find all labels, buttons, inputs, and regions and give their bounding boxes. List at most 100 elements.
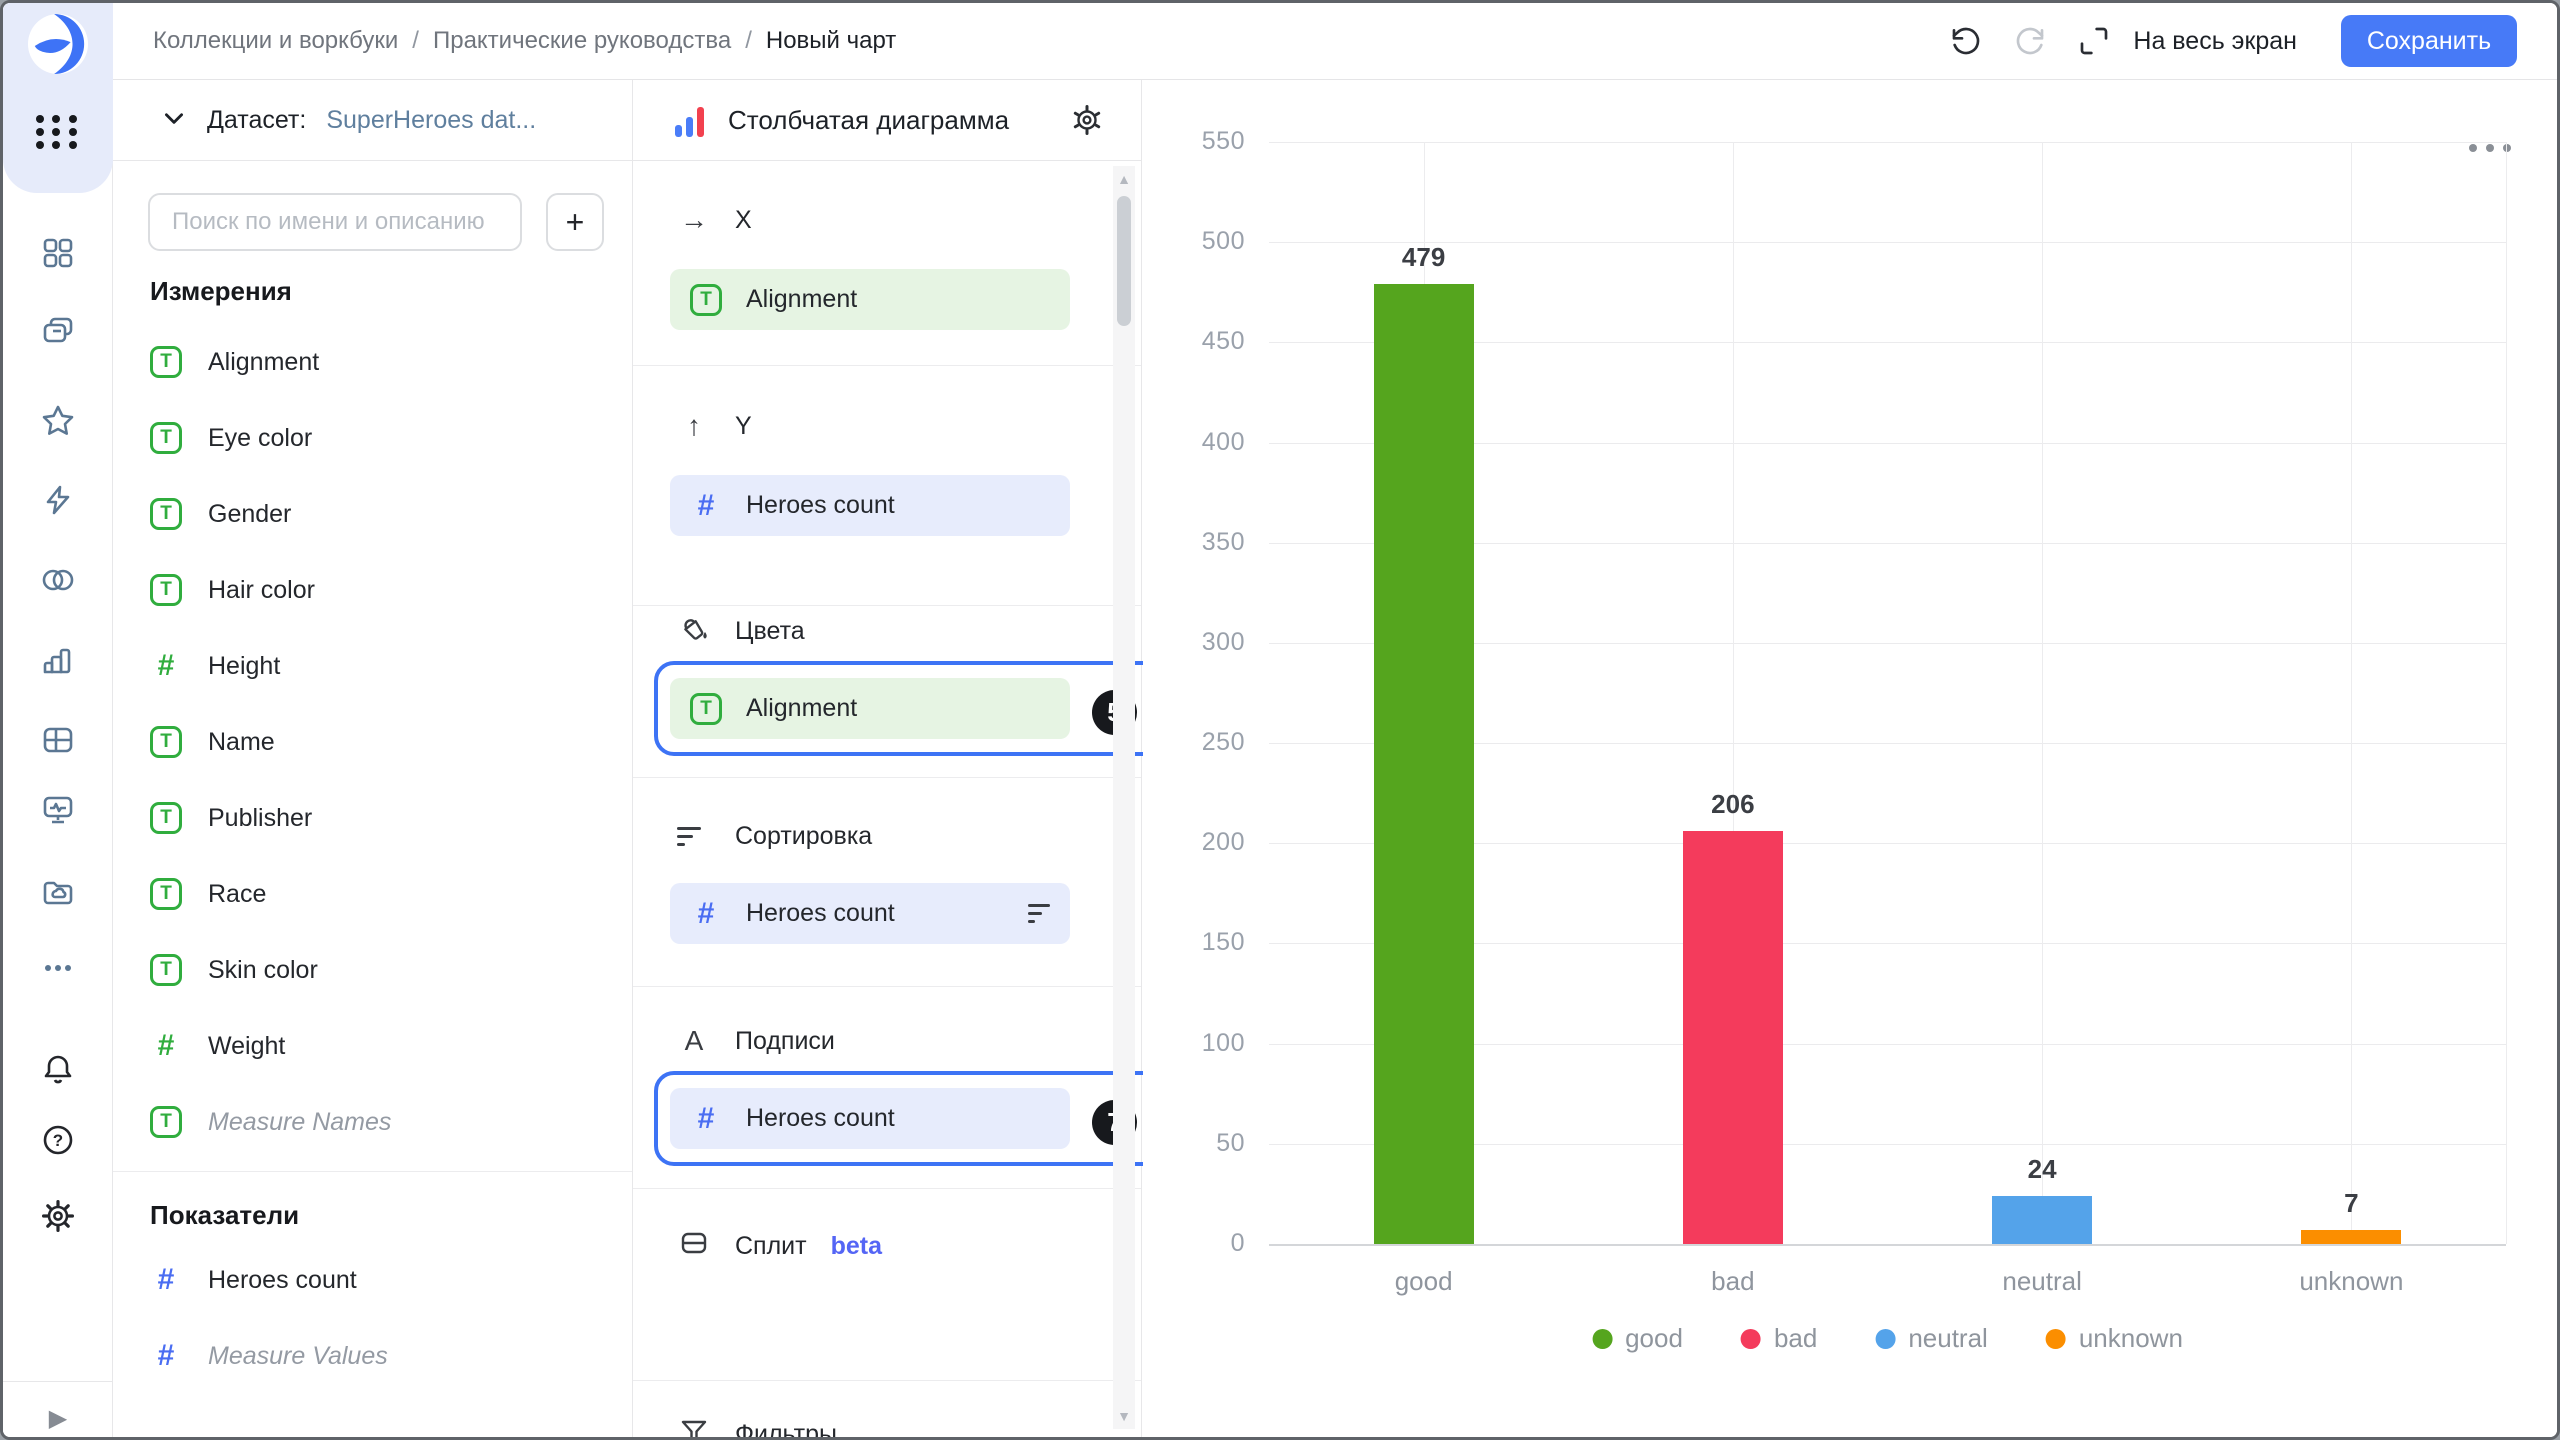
bar-value-label: 24: [1972, 1154, 2112, 1185]
dimension-item-hair-color[interactable]: T Hair color: [150, 552, 612, 628]
sort-direction-icon[interactable]: [1028, 904, 1050, 923]
more-ellipsis-icon[interactable]: [36, 946, 80, 990]
section-sort-label: Сортировка: [735, 822, 872, 851]
field-search-input[interactable]: [148, 193, 522, 251]
redo-icon[interactable]: [2011, 22, 2049, 60]
scroll-down-icon[interactable]: ▼: [1117, 1403, 1131, 1429]
breadcrumb-collections[interactable]: Коллекции и воркбуки: [153, 27, 398, 55]
section-divider: [633, 1188, 1141, 1189]
bar-bad[interactable]: [1683, 831, 1783, 1244]
breadcrumb-current-chart: Новый чарт: [766, 27, 896, 55]
legend-dot-icon: [2046, 1329, 2066, 1349]
letter-a-icon: A: [677, 1025, 711, 1057]
scrollbar-thumb[interactable]: [1117, 196, 1131, 326]
colors-field-pill[interactable]: T Alignment: [670, 678, 1070, 739]
arrow-right-icon: →: [677, 204, 711, 236]
bar-neutral[interactable]: [1992, 1196, 2092, 1244]
datalens-app: ? ▶ Колле: [0, 0, 2560, 1440]
dimension-item-gender[interactable]: T Gender: [150, 476, 612, 552]
legend-item-bad[interactable]: bad: [1741, 1323, 1817, 1354]
bar-value-label: 479: [1354, 242, 1494, 273]
legend-item-neutral[interactable]: neutral: [1875, 1323, 1988, 1354]
y-axis-tick-label: 350: [1161, 528, 1245, 557]
dashboards-monitor-icon[interactable]: [36, 788, 80, 832]
y-gridline: [1269, 142, 2506, 143]
dimension-item-eye-color[interactable]: T Eye color: [150, 400, 612, 476]
text-type-icon: T: [150, 726, 182, 758]
dimension-item-publisher[interactable]: T Publisher: [150, 780, 612, 856]
chevron-down-icon[interactable]: [161, 105, 187, 136]
section-split-label: Сплит: [735, 1232, 807, 1261]
undo-icon[interactable]: [1947, 22, 1985, 60]
field-label: Publisher: [208, 804, 312, 833]
labels-field-pill[interactable]: # Heroes count: [670, 1088, 1070, 1149]
dataset-name-link[interactable]: SuperHeroes dat...: [326, 106, 536, 135]
legend-dot-icon: [1592, 1329, 1612, 1349]
bar-value-label: 206: [1663, 789, 1803, 820]
apps-grid-icon[interactable]: [36, 115, 80, 149]
dimension-item-skin-color[interactable]: T Skin color: [150, 932, 612, 1008]
text-type-icon: T: [150, 878, 182, 910]
number-type-icon: #: [690, 1102, 722, 1136]
legend-item-unknown[interactable]: unknown: [2046, 1323, 2183, 1354]
dimension-item-race[interactable]: T Race: [150, 856, 612, 932]
breadcrumb: Коллекции и воркбуки / Практические руко…: [153, 27, 896, 55]
scroll-up-icon[interactable]: ▲: [1117, 166, 1131, 192]
sort-field-pill[interactable]: # Heroes count: [670, 883, 1070, 944]
dataset-label: Датасет:: [207, 106, 306, 135]
fullscreen-label[interactable]: На весь экран: [2133, 27, 2297, 56]
field-label: Hair color: [208, 576, 315, 605]
charts-icon[interactable]: [36, 638, 80, 682]
connections-lightning-icon[interactable]: [36, 478, 80, 522]
workbooks-icon[interactable]: [36, 309, 80, 353]
field-label: Height: [208, 652, 280, 681]
breadcrumb-guides[interactable]: Практические руководства: [433, 27, 731, 55]
section-divider: [633, 986, 1141, 987]
fullscreen-expand-icon[interactable]: [2075, 22, 2113, 60]
y-field-pill[interactable]: # Heroes count: [670, 475, 1070, 536]
add-field-button[interactable]: +: [546, 193, 604, 251]
number-type-icon: #: [150, 1029, 182, 1063]
column-chart-type-icon[interactable]: [675, 103, 704, 137]
bar-unknown[interactable]: [2301, 1230, 2401, 1244]
beta-badge: beta: [831, 1232, 882, 1261]
number-type-icon: #: [150, 649, 182, 683]
dimension-item-alignment[interactable]: T Alignment: [150, 324, 612, 400]
dimension-item-weight[interactable]: # Weight: [150, 1008, 612, 1084]
dimension-item-name[interactable]: T Name: [150, 704, 612, 780]
field-label: Alignment: [208, 348, 319, 377]
notifications-bell-icon[interactable]: [36, 1048, 80, 1092]
dataset-panel: Датасет: SuperHeroes dat... + Измерения …: [113, 80, 633, 1440]
y-axis-tick-label: 450: [1161, 327, 1245, 356]
chart-settings-gear-icon[interactable]: [1067, 100, 1107, 140]
config-scrollbar: ▲ ▼: [1113, 166, 1135, 1429]
section-labels: A Подписи: [677, 1023, 835, 1059]
y-axis-tick-label: 150: [1161, 928, 1245, 957]
measure-item-heroes-count[interactable]: # Heroes count: [150, 1242, 612, 1318]
x-field-pill[interactable]: T Alignment: [670, 269, 1070, 330]
x-gridline: [2042, 142, 2043, 1244]
help-question-icon[interactable]: ?: [36, 1118, 80, 1162]
datalens-logo-icon[interactable]: [27, 13, 89, 75]
section-x-label: X: [735, 206, 752, 235]
legend-item-good[interactable]: good: [1592, 1323, 1683, 1354]
pill-label: Heroes count: [746, 899, 895, 928]
x-axis-category-label: good: [1314, 1266, 1534, 1297]
dataset-header: Датасет: SuperHeroes dat...: [113, 80, 632, 161]
number-type-icon: #: [150, 1263, 182, 1297]
save-button[interactable]: Сохранить: [2341, 15, 2517, 67]
favorites-star-icon[interactable]: [36, 399, 80, 443]
collapse-panel-button[interactable]: ▶: [36, 1401, 80, 1435]
legend-label: unknown: [2079, 1323, 2183, 1354]
tables-icon[interactable]: [36, 718, 80, 762]
split-icon: [677, 1228, 711, 1265]
measure-item-measure-values[interactable]: # Measure Values: [150, 1318, 612, 1394]
storage-folder-icon[interactable]: [36, 871, 80, 915]
bar-good[interactable]: [1374, 284, 1474, 1244]
datasets-icon[interactable]: [36, 558, 80, 602]
dimension-item-measure-names[interactable]: T Measure Names: [150, 1084, 612, 1160]
settings-gear-icon[interactable]: [36, 1194, 80, 1238]
collections-grid-icon[interactable]: [36, 231, 80, 275]
chart-type-label[interactable]: Столбчатая диаграмма: [728, 105, 1043, 136]
dimension-item-height[interactable]: # Height: [150, 628, 612, 704]
